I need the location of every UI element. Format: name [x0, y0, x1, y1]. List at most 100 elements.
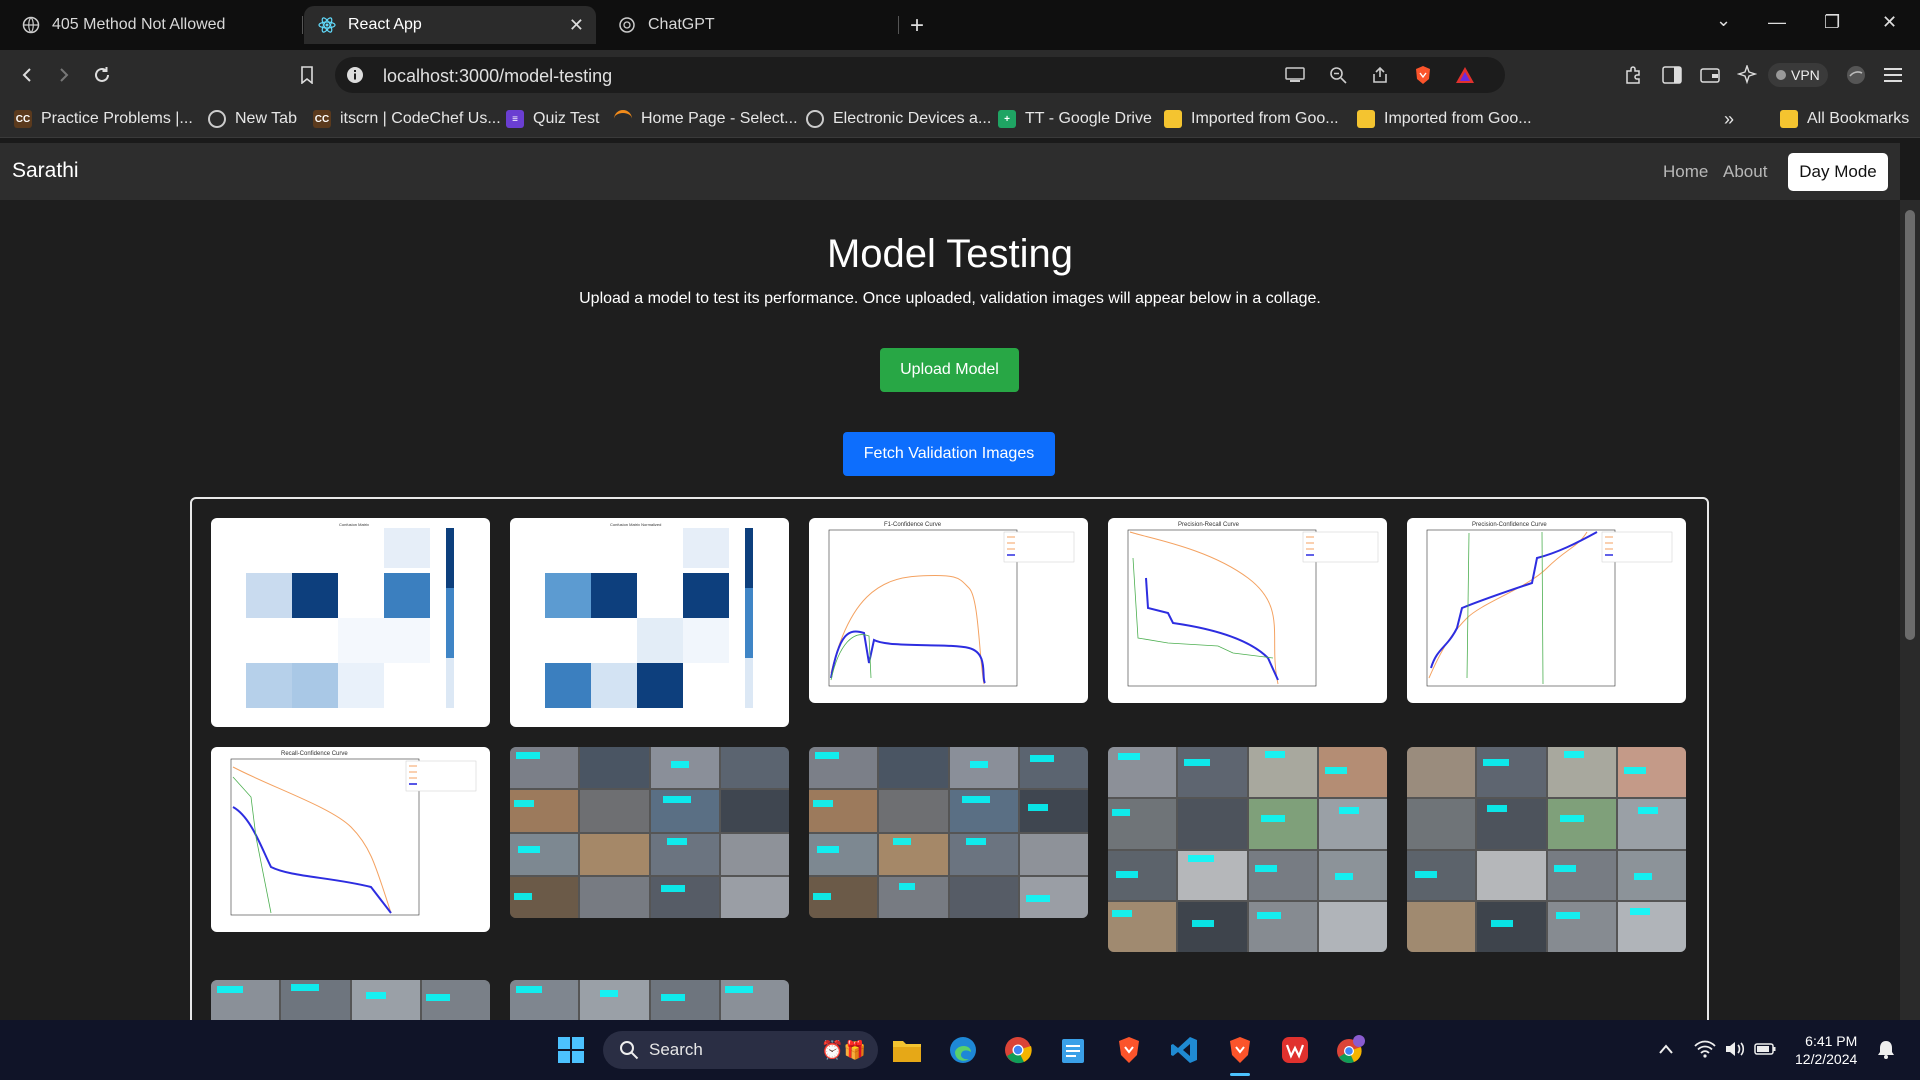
new-tab-icon[interactable]: +: [910, 12, 924, 40]
main-content: Model Testing Upload a model to test its…: [0, 200, 1900, 1037]
cast-icon[interactable]: [1285, 65, 1305, 85]
vpn-label: VPN: [1791, 67, 1820, 83]
chevron-up-icon[interactable]: [1655, 1038, 1677, 1060]
tab-separator: [898, 16, 899, 34]
taskbar-clock[interactable]: 6:41 PM 12/2/2024: [1795, 1032, 1857, 1068]
bookmark-icon[interactable]: [294, 62, 320, 88]
precision-confidence-curve-image[interactable]: Precision-Confidence Curve: [1407, 518, 1686, 703]
bookmark-folder[interactable]: Imported from Goo...: [1164, 108, 1339, 130]
bookmark-item[interactable]: CC itscrn | CodeChef Us...: [313, 108, 501, 130]
wps-office-icon[interactable]: [1279, 1034, 1311, 1066]
address-bar[interactable]: localhost:3000/model-testing: [335, 57, 1505, 93]
chatgpt-icon: [618, 16, 636, 34]
page-subtitle: Upload a model to test its performance. …: [579, 290, 1321, 307]
bookmark-folder[interactable]: Imported from Goo...: [1357, 108, 1532, 130]
restore-icon[interactable]: ❐: [1824, 12, 1840, 33]
tab-chatgpt[interactable]: ChatGPT: [604, 6, 894, 44]
reload-icon[interactable]: [89, 62, 115, 88]
share-icon[interactable]: [1370, 65, 1390, 85]
globe-icon: [22, 16, 40, 34]
brave-icon[interactable]: [1113, 1034, 1145, 1066]
profile-icon[interactable]: [1845, 64, 1867, 86]
leo-ai-icon[interactable]: [1736, 64, 1758, 86]
active-app-indicator: [1230, 1073, 1250, 1076]
tab-react-app[interactable]: React App ✕: [304, 6, 596, 44]
file-explorer-icon[interactable]: [891, 1034, 923, 1066]
menu-icon[interactable]: [1882, 64, 1904, 86]
back-icon[interactable]: [14, 62, 40, 88]
bookmark-item[interactable]: Home Page - Select...: [614, 108, 798, 130]
bookmark-item[interactable]: Electronic Devices a...: [806, 108, 991, 130]
volume-icon[interactable]: [1724, 1038, 1746, 1060]
bookmark-label: Imported from Goo...: [1384, 110, 1532, 127]
vscode-icon[interactable]: [1168, 1034, 1200, 1066]
chrome-icon[interactable]: [1002, 1034, 1034, 1066]
globe-icon: [208, 110, 226, 128]
fetch-validation-images-button[interactable]: Fetch Validation Images: [843, 432, 1055, 476]
scrollbar-thumb[interactable]: [1905, 210, 1915, 640]
nav-home-link[interactable]: Home: [1663, 162, 1708, 182]
plot-title: Confusion Matrix Normalized: [610, 522, 661, 527]
forward-icon[interactable]: [51, 62, 77, 88]
brave-active-icon[interactable]: [1224, 1034, 1256, 1066]
validation-batch-image[interactable]: [1407, 747, 1686, 952]
bookmark-item[interactable]: + TT - Google Drive: [998, 108, 1152, 130]
bookmark-label: Practice Problems |...: [41, 110, 193, 127]
brave-shield-icon[interactable]: [1413, 65, 1433, 85]
bookmark-item[interactable]: New Tab: [208, 108, 297, 130]
tab-search-icon[interactable]: ⌄: [1716, 10, 1731, 31]
bookmark-item[interactable]: CC Practice Problems |...: [14, 108, 193, 130]
sheets-icon: +: [998, 110, 1016, 128]
arc-icon: [614, 110, 632, 128]
tab-separator: [302, 16, 303, 34]
validation-batch-image[interactable]: [809, 747, 1088, 918]
confusion-matrix-normalized-image[interactable]: Confusion Matrix Normalized: [510, 518, 789, 727]
validation-batch-image[interactable]: [510, 747, 789, 918]
windows-taskbar: Search ⏰🎁 6:41 PM 12/2/2024: [0, 1020, 1920, 1080]
bookmark-label: Imported from Goo...: [1191, 110, 1339, 127]
notification-bell-icon[interactable]: [1875, 1038, 1897, 1060]
edge-icon[interactable]: [947, 1034, 979, 1066]
search-label: Search: [649, 1040, 703, 1059]
all-bookmarks-folder[interactable]: All Bookmarks: [1780, 108, 1909, 130]
recall-confidence-curve-image[interactable]: Recall-Confidence Curve: [211, 747, 490, 932]
chrome-profile-icon[interactable]: [1334, 1034, 1366, 1066]
plot-title: Precision-Confidence Curve: [1472, 522, 1547, 528]
site-info-icon[interactable]: [345, 65, 365, 85]
minimize-icon[interactable]: —: [1768, 12, 1786, 33]
precision-recall-curve-image[interactable]: Precision-Recall Curve: [1108, 518, 1387, 703]
close-icon[interactable]: ✕: [569, 15, 584, 36]
notepad-icon[interactable]: [1057, 1034, 1089, 1066]
nav-about-link[interactable]: About: [1723, 162, 1767, 182]
folder-icon: [1780, 110, 1798, 128]
bookmarks-bar: CC Practice Problems |... New Tab CC its…: [0, 100, 1920, 138]
upload-model-button[interactable]: Upload Model: [880, 348, 1019, 392]
day-mode-button[interactable]: Day Mode: [1788, 153, 1888, 191]
wallet-icon[interactable]: [1699, 64, 1721, 86]
battery-icon[interactable]: [1754, 1038, 1776, 1060]
bookmark-label: New Tab: [235, 110, 297, 127]
bookmark-label: All Bookmarks: [1807, 110, 1910, 127]
bookmark-label: itscrn | CodeChef Us...: [340, 110, 501, 127]
windows-start-icon[interactable]: [555, 1034, 587, 1066]
bookmark-item[interactable]: ≡ Quiz Test: [506, 108, 599, 130]
vpn-button[interactable]: VPN: [1768, 63, 1828, 87]
brand-logo[interactable]: Sarathi: [12, 159, 79, 183]
clock-date: 12/2/2024: [1795, 1051, 1858, 1067]
validation-batch-image[interactable]: [1108, 747, 1387, 952]
sidebar-icon[interactable]: [1661, 64, 1683, 86]
f1-confidence-curve-image[interactable]: F1-Confidence Curve: [809, 518, 1088, 703]
wifi-icon[interactable]: [1694, 1038, 1716, 1060]
tab-405[interactable]: 405 Method Not Allowed: [8, 6, 298, 44]
plot-title: Confusion Matrix: [339, 522, 369, 527]
zoom-icon[interactable]: [1328, 65, 1348, 85]
extensions-icon[interactable]: [1623, 64, 1645, 86]
codechef-icon: CC: [14, 110, 32, 128]
taskbar-search[interactable]: Search ⏰🎁: [603, 1031, 878, 1069]
folder-icon: [1164, 110, 1182, 128]
more-bookmarks-icon[interactable]: »: [1724, 108, 1734, 130]
window-close-icon[interactable]: ✕: [1882, 12, 1897, 33]
brave-rewards-icon[interactable]: [1455, 65, 1475, 85]
confusion-matrix-image[interactable]: Confusion Matrix: [211, 518, 490, 727]
page-scrollbar[interactable]: [1900, 200, 1920, 1020]
